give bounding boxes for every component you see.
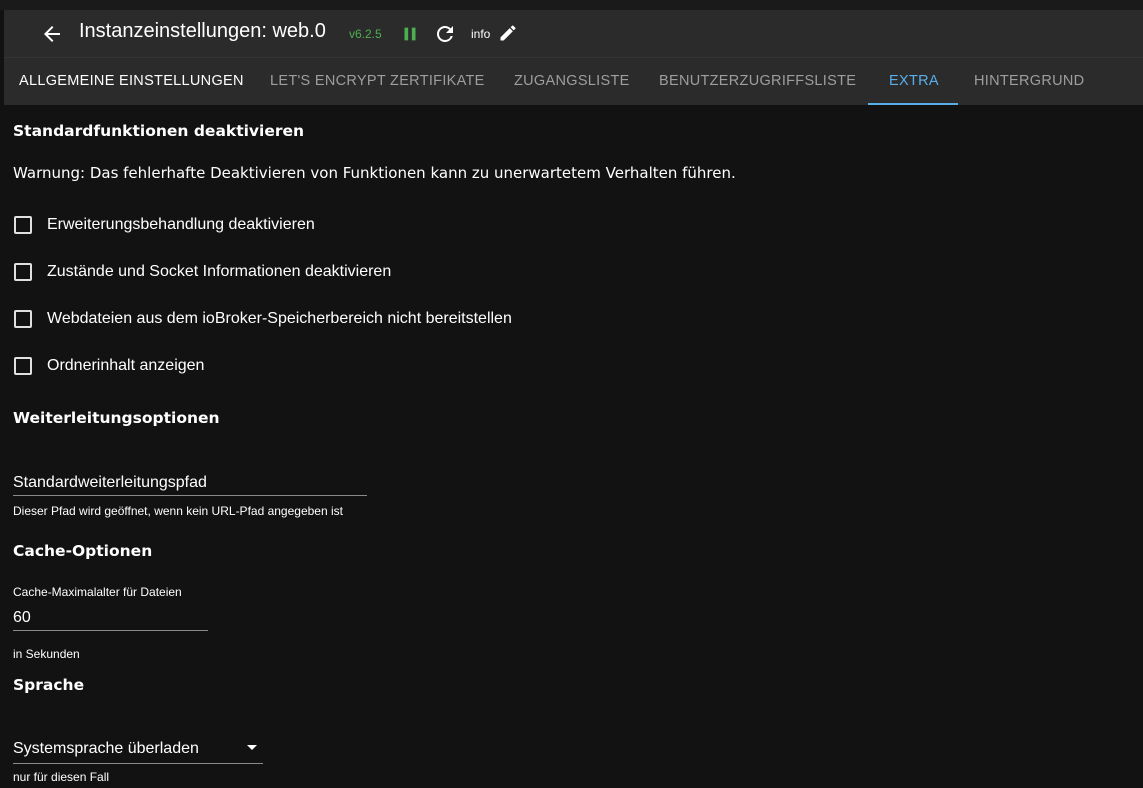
tab-access-list[interactable]: ZUGANGSLISTE [514, 58, 630, 105]
checkbox-disable-extensions[interactable]: Erweiterungsbehandlung deaktivieren [14, 213, 315, 237]
edit-pencil-icon[interactable] [498, 23, 518, 43]
default-redirect-input[interactable] [13, 470, 367, 496]
tab-background[interactable]: HINTERGRUND [974, 58, 1084, 105]
tab-user-access-list[interactable]: BENUTZERZUGRIFFSLISTE [659, 58, 856, 105]
language-helper-text: nur für diesen Fall [13, 770, 110, 784]
redirect-helper-text: Dieser Pfad wird geöffnet, wenn kein URL… [13, 504, 343, 518]
page-title: Instanzeinstellungen: web.0 [79, 20, 326, 42]
checkbox-box[interactable] [14, 216, 32, 234]
warning-text: Warnung: Das fehlerhafte Deaktivieren vo… [13, 164, 736, 182]
section-title-redirect: Weiterleitungsoptionen [13, 409, 220, 427]
language-select[interactable]: Systemsprache überladen [13, 735, 263, 764]
tab-general-settings[interactable]: ALLGEMEINE EINSTELLUNGEN [19, 58, 244, 105]
tab-lets-encrypt[interactable]: LET'S ENCRYPT ZERTIFIKATE [270, 58, 485, 105]
checkbox-show-folder-index[interactable]: Ordnerinhalt anzeigen [14, 354, 204, 378]
section-title-language: Sprache [13, 676, 85, 694]
window-top-strip [0, 0, 1143, 10]
dialog-header: Instanzeinstellungen: web.0 v6.2.5 info [4, 10, 1143, 57]
chevron-down-icon[interactable] [247, 745, 257, 750]
instance-settings-dialog: Instanzeinstellungen: web.0 v6.2.5 info … [4, 10, 1143, 788]
checkbox-label: Erweiterungsbehandlung deaktivieren [47, 216, 315, 233]
section-title-disable-defaults: Standardfunktionen deaktivieren [13, 122, 305, 140]
tab-bar: ALLGEMEINE EINSTELLUNGEN LET'S ENCRYPT Z… [4, 57, 1143, 105]
section-title-cache: Cache-Optionen [13, 542, 153, 560]
cache-max-age-label: Cache-Maximalalter für Dateien [13, 585, 182, 599]
checkbox-box[interactable] [14, 263, 32, 281]
log-level-label[interactable]: info [471, 27, 490, 41]
checkbox-label: Ordnerinhalt anzeigen [47, 357, 205, 374]
tab-extra[interactable]: EXTRA [889, 58, 939, 105]
tab-indicator [868, 103, 958, 105]
arrow-back-icon[interactable] [40, 22, 64, 46]
cache-helper-text: in Sekunden [13, 647, 80, 661]
language-select-value: Systemsprache überladen [13, 740, 199, 757]
checkbox-no-webfiles[interactable]: Webdateien aus dem ioBroker-Speicherbere… [14, 307, 512, 331]
checkbox-label: Zustände und Socket Informationen deakti… [47, 263, 392, 280]
checkbox-box[interactable] [14, 310, 32, 328]
refresh-icon[interactable] [433, 22, 457, 46]
checkbox-label: Webdateien aus dem ioBroker-Speicherbere… [47, 310, 512, 327]
cache-max-age-input[interactable] [13, 606, 208, 631]
checkbox-box[interactable] [14, 357, 32, 375]
version-badge: v6.2.5 [349, 27, 382, 41]
pause-icon[interactable] [399, 23, 421, 45]
checkbox-disable-states[interactable]: Zustände und Socket Informationen deakti… [14, 260, 391, 284]
